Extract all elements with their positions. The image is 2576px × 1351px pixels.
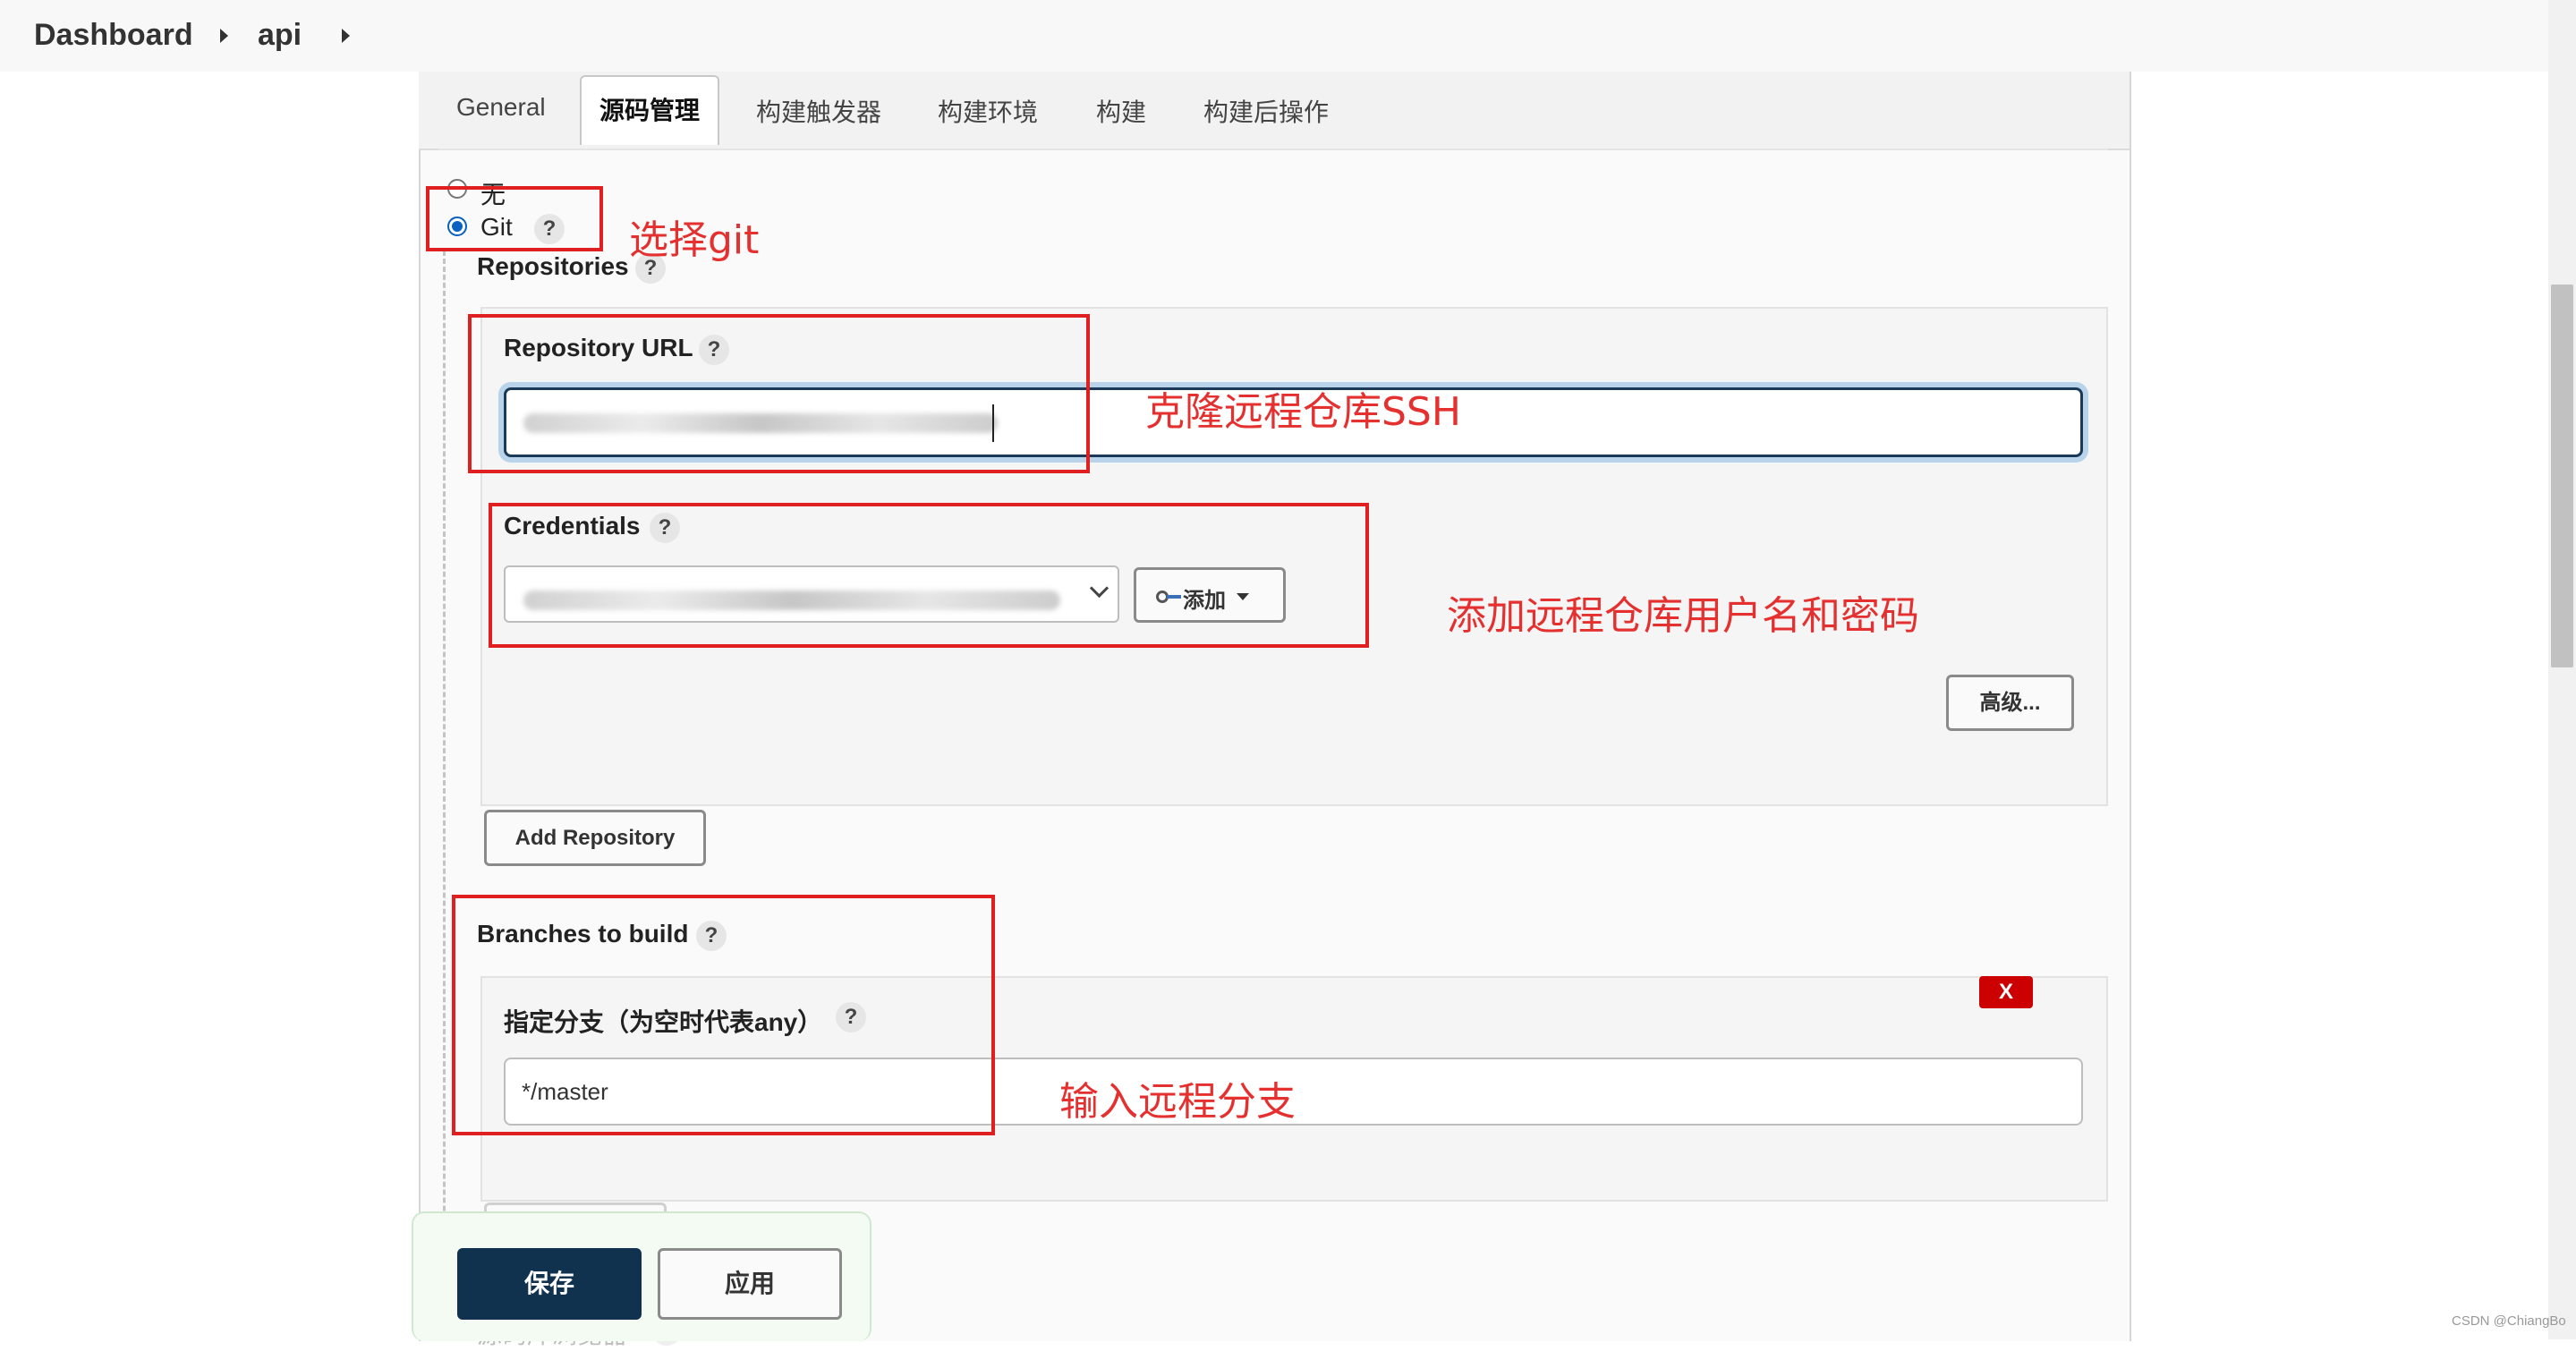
radio-none-label: 无: [480, 181, 506, 208]
advanced-button[interactable]: 高级...: [1946, 675, 2074, 731]
git-section-guide: [443, 251, 446, 1339]
add-credentials-label: 添加: [1183, 589, 1226, 613]
help-icon[interactable]: ?: [534, 214, 565, 244]
annotation-input-branch: 输入远程分支: [1059, 1079, 1296, 1125]
radio-git-label: Git: [480, 213, 513, 241]
repository-url-label: Repository URL: [504, 334, 693, 361]
redacted-credentials-value: [523, 591, 1060, 610]
scrollbar-track[interactable]: [2548, 0, 2576, 1339]
text-cursor: [992, 404, 994, 442]
help-icon[interactable]: ?: [696, 921, 727, 951]
watermark: CSDN @ChiangBo: [2452, 1313, 2566, 1329]
breadcrumb: Dashboard api: [0, 0, 2548, 72]
credentials-label: Credentials: [504, 512, 641, 540]
breadcrumb-dashboard[interactable]: Dashboard: [34, 18, 193, 53]
radio-git[interactable]: [447, 217, 467, 236]
tab-source-code-management[interactable]: 源码管理: [580, 75, 720, 145]
help-icon[interactable]: ?: [650, 513, 680, 543]
tab-build-triggers[interactable]: 构建触发器: [756, 93, 881, 129]
tab-build[interactable]: 构建: [1096, 93, 1146, 129]
add-credentials-button[interactable]: 添加: [1134, 567, 1286, 623]
save-button[interactable]: 保存: [457, 1248, 642, 1320]
redacted-repository-url: [523, 413, 998, 433]
tab-divider: [438, 149, 2108, 150]
branch-specifier-label: 指定分支（为空时代表any）: [504, 1008, 823, 1036]
scrollbar-thumb[interactable]: [2551, 285, 2573, 667]
tab-build-environment[interactable]: 构建环境: [938, 93, 1038, 129]
annotation-clone-ssh: 克隆远程仓库SSH: [1145, 389, 1461, 435]
add-repository-button[interactable]: Add Repository: [484, 810, 706, 866]
delete-branch-button[interactable]: X: [1979, 976, 2033, 1008]
help-icon[interactable]: ?: [699, 335, 729, 365]
radio-none[interactable]: [447, 179, 467, 199]
chevron-right-icon: [342, 29, 350, 43]
annotation-select-git: 选择git: [629, 217, 760, 263]
breadcrumb-api[interactable]: api: [258, 18, 302, 53]
branches-to-build-label: Branches to build: [477, 920, 689, 947]
key-icon-shaft: [1167, 595, 1181, 599]
tab-general[interactable]: General: [456, 93, 546, 122]
annotation-add-credentials: 添加远程仓库用户名和密码: [1447, 593, 1919, 639]
apply-button[interactable]: 应用: [658, 1248, 842, 1320]
tab-post-build-actions[interactable]: 构建后操作: [1203, 93, 1329, 129]
chevron-right-icon: [220, 29, 228, 43]
repositories-label: Repositories: [477, 252, 629, 280]
caret-down-icon: [1237, 593, 1249, 600]
help-icon[interactable]: ?: [836, 1002, 866, 1032]
